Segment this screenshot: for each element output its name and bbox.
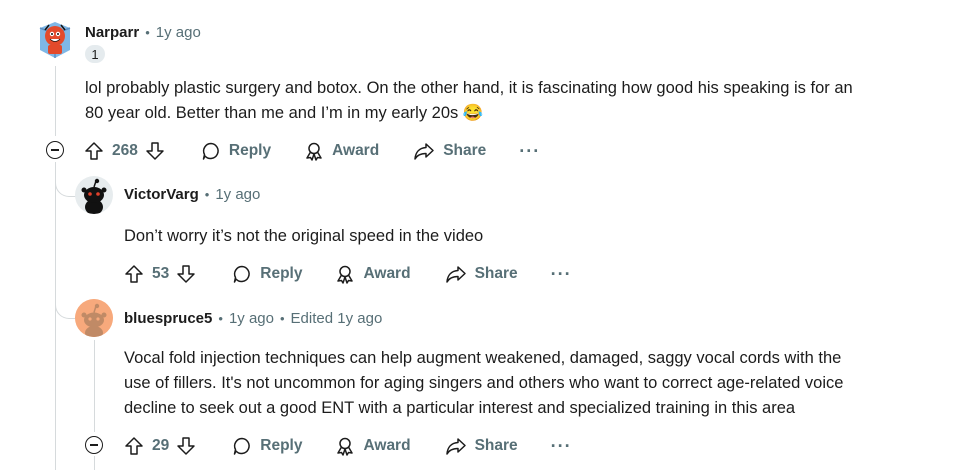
thread-line-bluespruce <box>94 340 95 432</box>
vote-count: 268 <box>112 142 138 159</box>
thread-line-narparr <box>55 66 56 136</box>
snoo-avatar-icon <box>39 22 71 58</box>
award-label: Award <box>363 265 411 282</box>
award-icon <box>306 142 322 161</box>
award-button[interactable]: Award <box>304 141 379 161</box>
snoo-avatar-icon <box>81 178 107 214</box>
thread-line-narparr-lower <box>55 162 56 470</box>
comment-body: lol probably plastic surgery and botox. … <box>85 76 955 126</box>
reply-label: Reply <box>260 437 303 454</box>
upvote-icon[interactable] <box>124 264 144 284</box>
separator-dot: • <box>204 187 210 202</box>
share-label: Share <box>474 437 518 454</box>
timestamp[interactable]: 1y ago <box>156 24 201 41</box>
vote-count: 29 <box>152 437 170 454</box>
reply-icon <box>202 142 219 160</box>
vote-count: 53 <box>152 265 170 282</box>
share-label: Share <box>443 142 487 159</box>
downvote-icon[interactable] <box>176 264 196 284</box>
edited-label: Edited 1y ago <box>290 310 383 327</box>
upvote-icon[interactable] <box>124 436 144 456</box>
comment-body-line: use of fillers. It's not uncommon for ag… <box>124 374 844 392</box>
comment-actions: 29 Reply Award Share ··· <box>124 434 572 458</box>
more-options-button[interactable]: ··· <box>551 265 572 283</box>
award-button[interactable]: Award <box>335 436 411 456</box>
thread-line-bluespruce-lower <box>94 456 95 470</box>
comment-actions: 53 Reply Award Share ··· <box>124 262 572 286</box>
reply-button[interactable]: Reply <box>232 264 302 284</box>
timestamp[interactable]: 1y ago <box>215 186 260 203</box>
separator-dot: • <box>279 311 285 326</box>
separator-dot: • <box>145 25 150 40</box>
share-button[interactable]: Share <box>445 264 518 284</box>
comment-body-line: decline to seek out a good ENT with a pa… <box>124 399 796 417</box>
avatar[interactable] <box>75 299 113 337</box>
reply-icon <box>234 265 251 283</box>
separator-dot: • <box>218 311 223 326</box>
vote-group: 29 <box>124 436 196 456</box>
reply-button[interactable]: Reply <box>201 141 271 161</box>
more-options-button[interactable]: ··· <box>519 142 540 160</box>
award-icon <box>337 437 354 456</box>
downvote-icon[interactable] <box>176 436 196 456</box>
snoo-avatar-icon <box>75 299 113 337</box>
share-button[interactable]: Share <box>445 436 518 456</box>
collapse-thread-button[interactable] <box>85 436 103 454</box>
reply-label: Reply <box>228 142 272 159</box>
comment-body-line: Don’t worry it’s not the original speed … <box>124 227 484 245</box>
flair-badge: 1 <box>85 45 105 63</box>
comment-body-line: lol probably plastic surgery and botox. … <box>85 79 853 97</box>
share-button[interactable]: Share <box>413 141 486 161</box>
downvote-icon[interactable] <box>145 141 165 161</box>
avatar[interactable] <box>75 176 113 214</box>
collapse-thread-button[interactable] <box>46 141 64 159</box>
timestamp[interactable]: 1y ago <box>229 310 274 327</box>
comment-meta: bluespruce5 • 1y ago • Edited 1y ago <box>124 310 382 327</box>
reply-label: Reply <box>260 265 303 282</box>
comment-meta: VictorVarg • 1y ago <box>124 186 260 203</box>
upvote-icon[interactable] <box>84 141 104 161</box>
share-label: Share <box>474 265 518 282</box>
comment-body-line: Vocal fold injection techniques can help… <box>124 349 842 367</box>
author-name[interactable]: VictorVarg <box>124 186 199 203</box>
vote-group: 268 <box>84 141 165 161</box>
share-icon <box>414 143 434 160</box>
avatar[interactable] <box>36 20 74 60</box>
award-icon <box>337 265 354 284</box>
reply-icon <box>234 437 251 455</box>
award-button[interactable]: Award <box>335 264 411 284</box>
comment-body-line: 80 year old. Better than me and I’m in m… <box>85 104 484 122</box>
share-icon <box>445 438 466 455</box>
share-icon <box>445 266 466 283</box>
reply-button[interactable]: Reply <box>232 436 302 456</box>
comment-body: Vocal fold injection techniques can help… <box>124 346 954 421</box>
award-label: Award <box>363 437 411 454</box>
award-label: Award <box>332 142 380 159</box>
comment-meta: Narparr • 1y ago <box>85 24 201 41</box>
comment-actions: 268 Reply Award Share ··· <box>84 139 540 163</box>
vote-group: 53 <box>124 264 196 284</box>
author-name[interactable]: Narparr <box>85 24 139 41</box>
comment-body: Don’t worry it’s not the original speed … <box>124 224 944 249</box>
author-name[interactable]: bluespruce5 <box>124 310 212 327</box>
more-options-button[interactable]: ··· <box>551 437 572 455</box>
